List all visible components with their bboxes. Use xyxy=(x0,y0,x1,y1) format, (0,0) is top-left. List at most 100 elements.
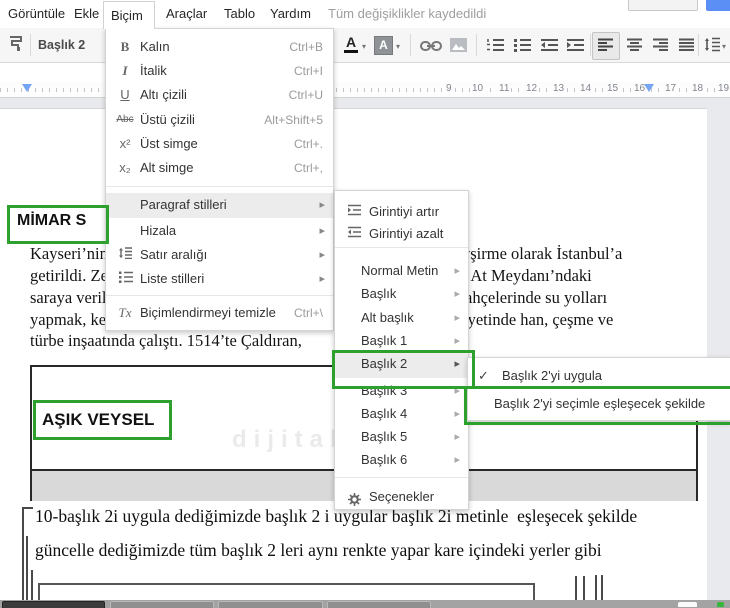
menu-item-bicimlendirmeyi-temizle[interactable]: Tx Biçimlendirmeyi temizle Ctrl+\ xyxy=(106,301,333,325)
submenu-item-baslik-6[interactable]: Başlık 6 ▸ xyxy=(335,448,468,472)
menu-item-ust-simge[interactable]: x² Üst simge Ctrl+. xyxy=(106,132,333,156)
menu-item-hizala[interactable]: Hizala ▸ xyxy=(106,219,333,243)
menu-item-italik[interactable]: I İtalik Ctrl+I xyxy=(106,59,333,83)
insert-image-icon[interactable] xyxy=(450,38,467,57)
justify-icon[interactable] xyxy=(678,38,695,57)
menu-item-label: Girintiyi azalt xyxy=(369,226,444,241)
submenu-item-baslik[interactable]: Başlık ▸ xyxy=(335,282,468,306)
menu-item-shortcut: Alt+Shift+5 xyxy=(264,113,323,127)
line-spacing-icon[interactable] xyxy=(704,37,720,57)
doc-paragraph-line: getirildi. Zel xyxy=(30,266,113,285)
submenu-item-normal-metin[interactable]: Normal Metin ▸ xyxy=(335,259,468,283)
chevron-down-icon[interactable]: ▾ xyxy=(722,42,726,51)
menubar-item-bicim-label: Biçim xyxy=(111,8,143,23)
submenu-item-secenekler[interactable]: Seçenekler xyxy=(335,485,468,509)
ruler-right-indent-marker[interactable] xyxy=(644,84,654,92)
nested-border-line xyxy=(22,507,24,600)
submenu-item-baslik-4[interactable]: Başlık 4 ▸ xyxy=(335,402,468,426)
bulleted-list-icon[interactable] xyxy=(513,38,532,57)
menubar-item-bicim[interactable]: Biçim xyxy=(103,1,155,29)
menu-item-ustu-cizili[interactable]: Abc Üstü çizili Alt+Shift+5 xyxy=(106,108,333,132)
nested-border-line xyxy=(31,570,33,600)
menu-item-label: Alt başlık xyxy=(361,310,414,325)
submenu-item-baslik-5[interactable]: Başlık 5 ▸ xyxy=(335,425,468,449)
menu-item-alt-simge[interactable]: x₂ Alt simge Ctrl+, xyxy=(106,156,333,180)
submenu-arrow-icon: ▸ xyxy=(454,454,460,466)
line-spacing-icon xyxy=(112,243,138,267)
align-center-icon[interactable] xyxy=(626,38,643,57)
taskbar-button[interactable] xyxy=(218,601,323,608)
menu-item-kalin[interactable]: B Kalın Ctrl+B xyxy=(106,35,333,59)
nested-border-line xyxy=(26,536,28,600)
increase-indent-icon[interactable] xyxy=(566,38,585,57)
submenu-item-alt-baslik[interactable]: Alt başlık ▸ xyxy=(335,306,468,330)
chevron-down-icon[interactable]: ▾ xyxy=(396,42,400,51)
numbered-list-icon[interactable] xyxy=(486,38,505,57)
menu-item-label: Hizala xyxy=(140,223,177,238)
ruler-number: 19 xyxy=(716,83,730,94)
ruler-number: 13 xyxy=(551,83,567,94)
strikethrough-icon: Abc xyxy=(116,114,134,125)
menu-item-shortcut: Ctrl+\ xyxy=(293,306,323,320)
menubar-item-araclar[interactable]: Araçlar xyxy=(160,0,213,28)
menu-item-label: Liste stilleri xyxy=(140,271,205,286)
doc-paragraph-line: vşirme olarak İstanbul’a xyxy=(462,244,623,263)
menu-item-label: Paragraf stilleri xyxy=(140,197,227,212)
doc-paragraph-line: Kayseri’nin xyxy=(30,244,108,263)
insert-link-icon[interactable] xyxy=(420,39,442,57)
ruler-number: 17 xyxy=(663,83,679,94)
submenu-arrow-icon: ▸ xyxy=(454,265,460,277)
menu-item-label: Üstü çizili xyxy=(140,112,195,127)
autosave-status: Tüm değişiklikler kaydedildi xyxy=(328,6,487,21)
menu-item-label: Biçimlendirmeyi temizle xyxy=(140,305,276,320)
menubar-item-yardim[interactable]: Yardım xyxy=(264,0,317,28)
menu-item-alti-cizili[interactable]: U Altı çizili Ctrl+U xyxy=(106,83,333,107)
menu-item-liste-stilleri[interactable]: Liste stilleri ▸ xyxy=(106,267,333,291)
taskbar-button[interactable] xyxy=(110,601,214,608)
taskbar-button[interactable] xyxy=(327,601,431,608)
submenu-arrow-icon: ▸ xyxy=(319,273,325,285)
menu-separator xyxy=(335,247,468,248)
annotation-box-baslik-2 xyxy=(332,350,475,389)
comments-button[interactable] xyxy=(628,0,698,11)
menubar-item-goruntule[interactable]: Görüntüle xyxy=(2,0,71,28)
align-right-icon[interactable] xyxy=(652,38,669,57)
menu-item-label: Başlık 6 xyxy=(361,452,408,467)
menubar-item-tablo[interactable]: Tablo xyxy=(218,0,261,28)
subscript-icon: x₂ xyxy=(119,160,131,175)
doc-paragraph-line: türbe inşaatında çalıştı. 1514’te Çaldır… xyxy=(30,331,302,350)
menu-item-shortcut: Ctrl+, xyxy=(293,161,323,175)
annotation-box-asik-veysel xyxy=(33,400,172,440)
text-color-button[interactable]: A xyxy=(344,34,359,53)
align-left-icon[interactable] xyxy=(597,38,614,57)
menu-separator xyxy=(106,186,333,187)
menu-item-shortcut: Ctrl+I xyxy=(293,64,323,78)
toolbar-separator xyxy=(698,34,699,56)
submenu-arrow-icon: ▸ xyxy=(454,431,460,443)
style-selector[interactable]: Başlık 2 xyxy=(38,28,85,62)
menu-item-label: Başlık 4 xyxy=(361,406,408,421)
gear-icon xyxy=(341,490,367,509)
menu-item-label: Başlık xyxy=(361,286,397,301)
ruler-left-indent-marker[interactable] xyxy=(22,84,32,92)
clear-formatting-icon: Tx xyxy=(118,305,132,320)
highlight-color-button[interactable]: A xyxy=(374,36,393,55)
menu-item-girintiyi-azalt[interactable]: Girintiyi azalt xyxy=(335,222,468,246)
menu-item-paragraf-stilleri[interactable]: Paragraf stilleri ▸ xyxy=(106,193,333,218)
decrease-indent-icon xyxy=(341,222,367,246)
italic-icon: I xyxy=(122,63,128,78)
ruler-number: 9 xyxy=(444,83,454,94)
menubar-item-ekle[interactable]: Ekle xyxy=(68,0,105,28)
submenu-arrow-icon: ▸ xyxy=(319,249,325,261)
menu-item-girintiyi-artir[interactable]: Girintiyi artır xyxy=(335,200,468,224)
menu-item-satir-araligi[interactable]: Satır aralığı ▸ xyxy=(106,243,333,267)
taskbar-button-active[interactable] xyxy=(2,601,105,608)
menu-item-label: Alt simge xyxy=(140,160,194,175)
nested-border-line xyxy=(595,575,597,600)
decrease-indent-icon[interactable] xyxy=(540,38,559,57)
paint-format-icon[interactable] xyxy=(8,35,25,57)
share-button[interactable] xyxy=(706,0,730,11)
chevron-down-icon[interactable]: ▾ xyxy=(362,42,366,51)
menu-item-label: Kalın xyxy=(140,39,170,54)
menu-item-label: İtalik xyxy=(140,63,167,78)
